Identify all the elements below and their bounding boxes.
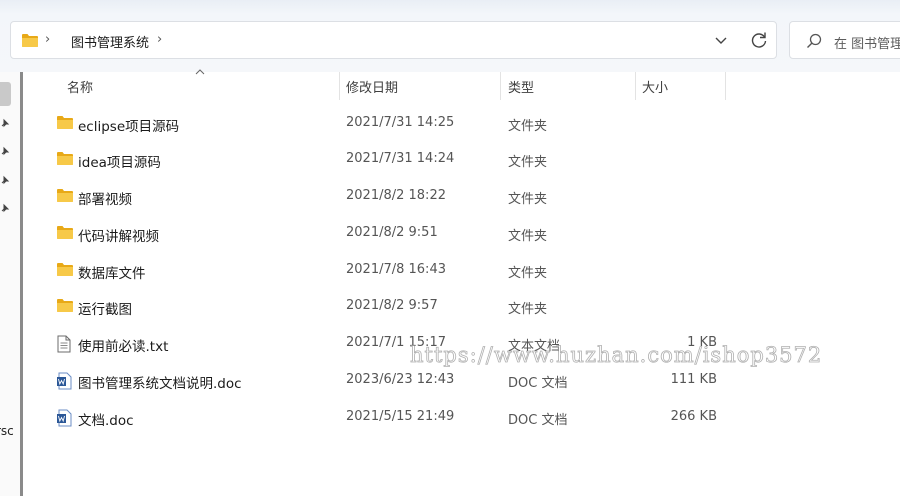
file-size: 111 KB — [670, 372, 717, 387]
file-row[interactable]: idea项目源码 2021/7/31 14:24 文件夹 — [40, 145, 740, 175]
file-date: 2021/5/15 21:49 — [346, 409, 455, 424]
chevron-right-icon[interactable]: › — [45, 32, 50, 47]
file-date: 2021/7/8 16:43 — [346, 262, 446, 277]
search-icon — [807, 33, 822, 48]
file-row[interactable]: 部署视频 2021/8/2 18:22 文件夹 — [40, 182, 740, 212]
file-row[interactable]: 文档.doc 2021/5/15 21:49 DOC 文档 266 KB — [40, 403, 740, 433]
file-type: 文件夹 — [508, 155, 548, 170]
nav-item-label[interactable]: rsc — [0, 424, 14, 438]
file-date: 2021/7/31 14:24 — [346, 151, 455, 166]
column-header-type[interactable]: 类型 — [508, 77, 534, 96]
file-name: 代码讲解视频 — [78, 229, 159, 245]
column-divider[interactable] — [339, 72, 340, 100]
folder-icon — [57, 116, 73, 129]
column-divider[interactable] — [500, 72, 501, 100]
folder-icon — [22, 34, 38, 47]
sort-ascending-icon — [195, 69, 205, 75]
pin-icon[interactable] — [0, 118, 10, 128]
chevron-right-icon[interactable]: › — [157, 32, 162, 47]
file-name: 运行截图 — [78, 302, 132, 318]
file-name: 使用前必读.txt — [78, 339, 169, 355]
column-header-size[interactable]: 大小 — [642, 77, 668, 96]
file-row[interactable]: 运行截图 2021/8/2 9:57 文件夹 — [40, 292, 740, 322]
file-date: 2023/6/23 12:43 — [346, 372, 455, 387]
column-header-modified[interactable]: 修改日期 — [346, 77, 398, 96]
search-box[interactable]: 在 图书管理 — [789, 21, 900, 59]
file-name: 部署视频 — [78, 192, 132, 208]
file-date: 2021/8/2 9:57 — [346, 298, 438, 313]
watermark-text: https://www.huzhan.com/ishop3572 — [410, 343, 823, 368]
column-divider[interactable] — [635, 72, 636, 100]
file-name: 文档.doc — [78, 413, 134, 429]
folder-icon — [57, 263, 73, 276]
folder-icon — [57, 189, 73, 202]
file-type: 文件夹 — [508, 119, 548, 134]
text-file-icon — [57, 335, 71, 353]
refresh-icon[interactable] — [748, 29, 770, 51]
folder-icon — [57, 152, 73, 165]
address-bar[interactable]: › 图书管理系统 › — [10, 21, 777, 59]
chevron-down-icon[interactable] — [711, 30, 731, 50]
file-row[interactable]: eclipse项目源码 2021/7/31 14:25 文件夹 — [40, 109, 740, 139]
pin-icon[interactable] — [0, 175, 10, 185]
file-type: DOC 文档 — [508, 413, 568, 428]
word-doc-icon — [57, 409, 72, 427]
file-row[interactable]: 数据库文件 2021/7/8 16:43 文件夹 — [40, 256, 740, 286]
column-divider[interactable] — [725, 72, 726, 100]
file-type: 文件夹 — [508, 192, 548, 207]
file-row[interactable]: 图书管理系统文档说明.doc 2023/6/23 12:43 DOC 文档 11… — [40, 366, 740, 396]
file-name: 数据库文件 — [78, 266, 146, 282]
breadcrumb-item[interactable]: 图书管理系统 — [71, 32, 149, 51]
file-type: 文件夹 — [508, 229, 548, 244]
file-type: DOC 文档 — [508, 376, 568, 391]
file-date: 2021/7/31 14:25 — [346, 115, 455, 130]
file-name: 图书管理系统文档说明.doc — [78, 376, 242, 392]
folder-icon — [57, 299, 73, 312]
file-size: 266 KB — [670, 409, 717, 424]
file-date: 2021/8/2 18:22 — [346, 188, 446, 203]
file-type: 文件夹 — [508, 266, 548, 281]
nav-scrollbar-thumb[interactable] — [0, 82, 11, 106]
word-doc-icon — [57, 372, 72, 390]
file-row[interactable]: 代码讲解视频 2021/8/2 9:51 文件夹 — [40, 219, 740, 249]
search-input[interactable]: 在 图书管理 — [834, 33, 900, 52]
file-date: 2021/8/2 9:51 — [346, 225, 438, 240]
folder-icon — [57, 226, 73, 239]
file-name: idea项目源码 — [78, 155, 161, 171]
pin-icon[interactable] — [0, 203, 10, 213]
pin-icon[interactable] — [0, 146, 10, 156]
column-header-name[interactable]: 名称 — [67, 77, 93, 96]
pane-divider[interactable] — [20, 72, 23, 496]
file-type: 文件夹 — [508, 302, 548, 317]
file-name: eclipse项目源码 — [78, 119, 180, 135]
